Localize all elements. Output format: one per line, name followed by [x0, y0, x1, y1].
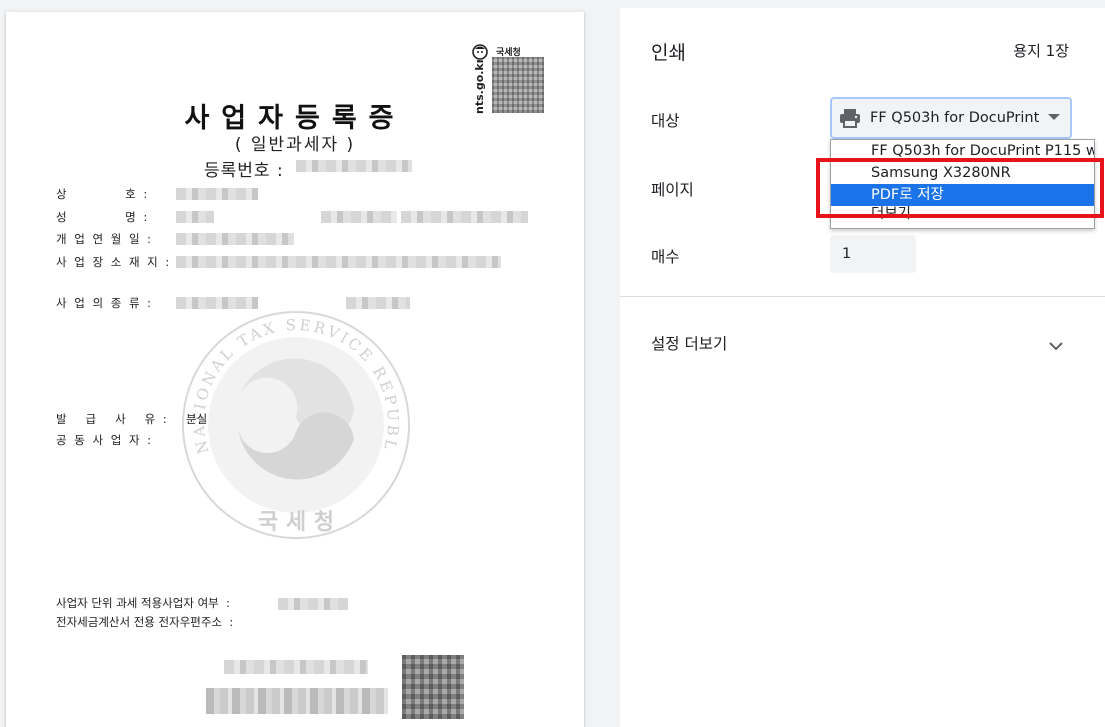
destination-dropdown: FF Q503h for DocuPrint P115 w Samsung X3… [830, 139, 1095, 229]
more-settings-toggle[interactable]: 설정 더보기 [620, 320, 1105, 364]
destination-select[interactable]: FF Q503h for DocuPrint P115 w [830, 97, 1072, 139]
destination-value: FF Q503h for DocuPrint P115 w [870, 110, 1040, 126]
redacted-value [401, 211, 528, 223]
printer-icon [838, 106, 862, 130]
dropdown-option-fuji-printer[interactable]: FF Q503h for DocuPrint P115 w [831, 140, 1094, 162]
divider [620, 296, 1105, 297]
document-subtitle: ( 일반과세자 ) [234, 135, 356, 155]
dropdown-option-see-more[interactable]: 더보기... [831, 206, 1094, 224]
field-business-type: 사 업 의 종 류 : [56, 296, 154, 310]
sheet-count: 용지 1장 [1013, 42, 1069, 60]
print-title: 인쇄 [651, 42, 686, 64]
pages-label: 페이지 [651, 181, 694, 199]
redacted-reg-number [296, 160, 412, 172]
destination-label: 대상 [651, 112, 680, 130]
document-page: 국세청 nts.go.kr 사업자등록증 ( 일반과세자 ) 등록번호 : 상 … [6, 12, 584, 727]
redacted-value [176, 188, 258, 200]
redacted-value [176, 256, 501, 268]
caret-down-icon [1048, 114, 1060, 120]
nts-seal-watermark: NATIONAL TAX SERVICE REPUBLIC OF KOREA 국… [163, 293, 421, 547]
chevron-down-icon [1048, 336, 1064, 351]
issue-reason-value: 분실 [186, 412, 208, 426]
redacted-value [321, 211, 397, 223]
field-tax-invoice-email: 전자세금계산서 전용 전자우편주소 : [56, 615, 234, 629]
redacted-office-name [206, 688, 388, 714]
field-unit-tax: 사업자 단위 과세 적용사업자 여부 : [56, 596, 230, 610]
official-stamp [402, 655, 464, 719]
redacted-value [176, 233, 294, 245]
field-issue-reason: 발 급 사 유 : [56, 412, 169, 426]
registration-number-label: 등록번호 : [204, 161, 284, 181]
svg-text:국 세 청: 국 세 청 [258, 510, 334, 535]
redacted-value [176, 211, 214, 223]
field-trade-name: 상 호 : [56, 187, 150, 201]
field-address: 사 업 장 소 재 지 : [56, 255, 172, 269]
more-settings-label: 설정 더보기 [651, 335, 728, 353]
print-preview-area: 국세청 nts.go.kr 사업자등록증 ( 일반과세자 ) 등록번호 : 상 … [0, 0, 620, 727]
copies-label: 매수 [651, 248, 680, 266]
dropdown-option-samsung-printer[interactable]: Samsung X3280NR [831, 162, 1094, 184]
print-settings-panel: 인쇄 용지 1장 대상 FF Q503h for DocuPrint P115 … [620, 8, 1105, 727]
field-joint-owner: 공 동 사 업 자 : [56, 433, 154, 447]
redacted-issue-date [224, 660, 368, 674]
copies-input[interactable]: 1 [830, 235, 916, 273]
dropdown-option-save-as-pdf[interactable]: PDF로 저장 [831, 184, 1094, 206]
field-open-date: 개 업 연 월 일 : [56, 232, 154, 246]
field-name: 성 명 : [56, 210, 150, 224]
redacted-value [278, 598, 348, 610]
